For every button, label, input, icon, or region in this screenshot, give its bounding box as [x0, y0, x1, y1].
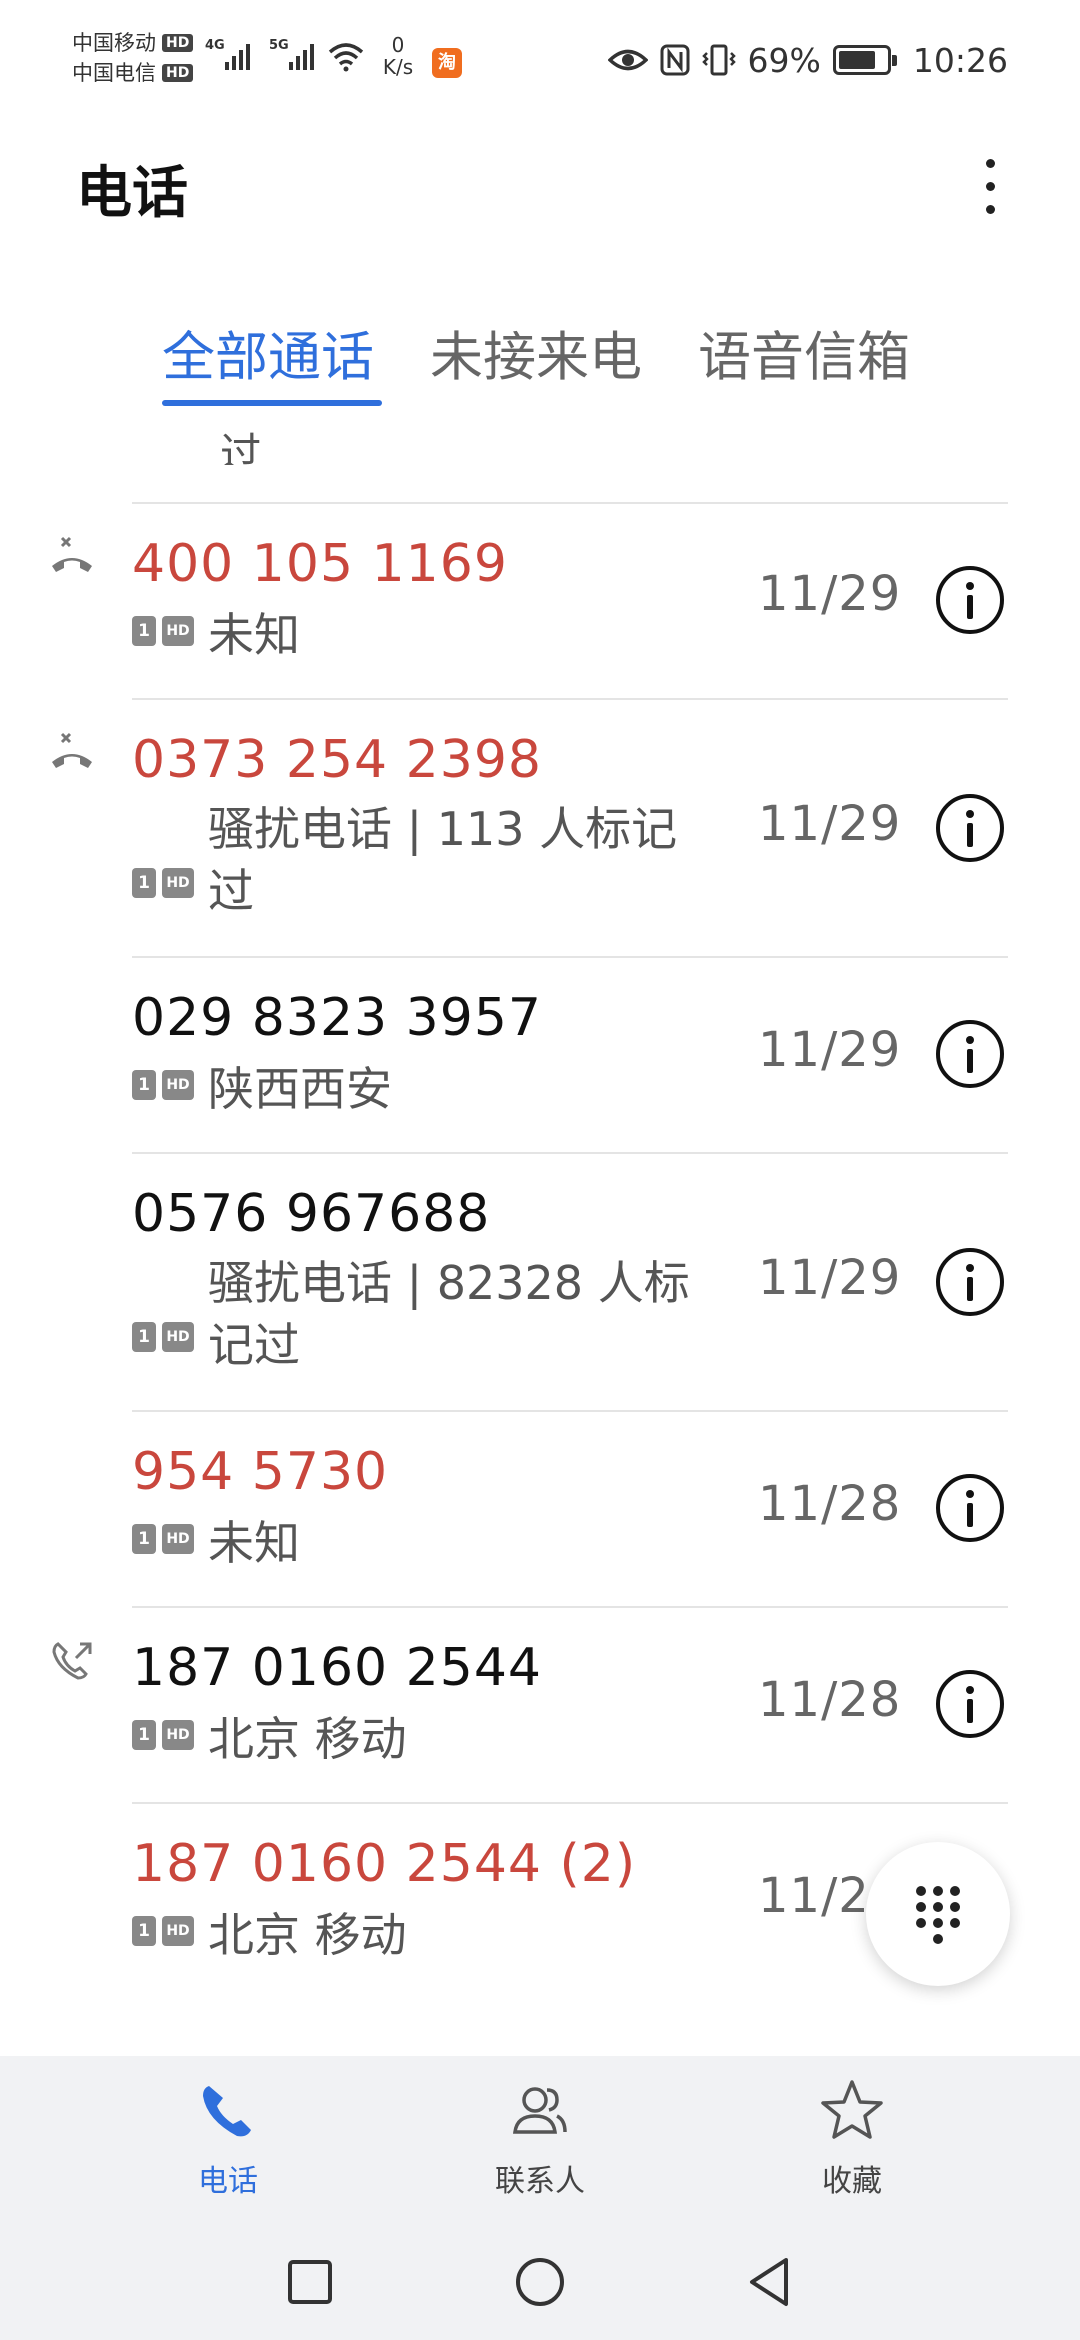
- eye-icon: [607, 49, 648, 71]
- call-log-row[interactable]: 029 8323 3957 1 HD 陕西西安 11/29: [0, 958, 1080, 1152]
- nav-phone[interactable]: 电话: [128, 2076, 328, 2200]
- hd-call-badge: HD: [162, 868, 194, 898]
- phone-number: 029 8323 3957: [132, 988, 542, 1048]
- phone-number: 187 0160 2544 (2): [132, 1834, 637, 1894]
- phone-number: 187 0160 2544: [132, 1638, 542, 1698]
- sim-1-badge: 1: [132, 1916, 156, 1946]
- signal-strength-icon: 5G: [269, 38, 319, 74]
- hd-call-badge: HD: [162, 1322, 194, 1352]
- tab-bar: 全部通话 未接来电 语音信箱: [0, 315, 1080, 415]
- nav-contacts-label: 联系人: [495, 2164, 585, 2199]
- nav-favorites-label: 收藏: [822, 2164, 882, 2199]
- call-location-label: 北京 移动: [208, 1908, 407, 1962]
- call-log-row[interactable]: 400 105 1169 1 HD 未知 11/29: [0, 504, 1080, 698]
- sim-1-badge: 1: [132, 1524, 156, 1554]
- hd-call-badge: HD: [162, 1916, 194, 1946]
- call-log-row[interactable]: 0576 967688 1 HD 骚扰电话 | 82328 人标记过 11/29: [0, 1154, 1080, 1410]
- network-type-label: 5G: [269, 38, 289, 53]
- carrier-info: 中国移动 HD 中国电信 HD: [72, 28, 194, 88]
- phone-icon: [203, 2086, 251, 2137]
- sim-1-badge: 1: [132, 616, 156, 646]
- call-location-label: 北京 移动: [208, 1712, 407, 1766]
- battery-icon: [832, 45, 897, 75]
- call-location-label: 未知: [208, 608, 300, 662]
- bottom-navigation: 电话 联系人 收藏: [0, 2056, 1080, 2226]
- call-date: 11/28: [758, 1672, 902, 1728]
- dialpad-icon: [916, 1886, 960, 1944]
- net-speed-value: 0: [391, 33, 405, 57]
- nav-contacts[interactable]: 联系人: [440, 2076, 640, 2200]
- phone-number: 400 105 1169: [132, 534, 508, 594]
- call-date: 11/29: [758, 566, 902, 622]
- call-log-row[interactable]: 0373 254 2398 1 HD 骚扰电话 | 113 人标记过 11/29: [0, 700, 1080, 956]
- hd-call-badge: HD: [162, 1720, 194, 1750]
- call-location-label: 未知: [208, 1516, 300, 1570]
- info-icon[interactable]: [936, 1020, 1004, 1088]
- tab-voicemail[interactable]: 语音信箱: [698, 315, 910, 391]
- tab-all-calls[interactable]: 全部通话: [162, 315, 374, 391]
- back-icon[interactable]: [742, 2254, 798, 2310]
- carrier-1-label: 中国移动: [72, 31, 156, 55]
- call-date: 11/28: [758, 1476, 902, 1532]
- call-location-label: 骚扰电话 | 82328 人标记过: [208, 1256, 690, 1372]
- network-speed: 0 K/s: [378, 34, 418, 78]
- missed-call-icon: [52, 536, 92, 572]
- info-icon[interactable]: [936, 1474, 1004, 1542]
- status-bar: 中国移动 HD 中国电信 HD 4G 5G 0 K/s 淘 69% 10:26: [0, 0, 1080, 115]
- signal-strength-icon: 4G: [205, 38, 255, 74]
- call-log-row[interactable]: 954 5730 1 HD 未知 11/28: [0, 1412, 1080, 1606]
- battery-percent: 69%: [747, 40, 821, 80]
- net-speed-unit: K/s: [382, 55, 414, 79]
- call-date: 11/29: [758, 1250, 902, 1306]
- info-icon[interactable]: [936, 794, 1004, 862]
- star-icon: [821, 2080, 883, 2139]
- page-title: 电话: [76, 161, 188, 226]
- hd-call-badge: HD: [162, 1070, 194, 1100]
- more-options-button[interactable]: [960, 148, 1020, 224]
- missed-call-icon: [52, 732, 92, 768]
- outgoing-call-icon: [52, 1642, 92, 1680]
- dialpad-button[interactable]: [866, 1842, 1010, 1986]
- wifi-icon: [328, 43, 364, 72]
- taobao-notification-icon: 淘: [432, 48, 462, 78]
- call-location-label: 陕西西安: [208, 1062, 392, 1116]
- hd-badge: HD: [162, 64, 194, 82]
- phone-number: 0373 254 2398: [132, 730, 542, 790]
- hd-badge: HD: [162, 34, 194, 52]
- call-date: 11/29: [758, 796, 902, 852]
- call-log-row[interactable]: 187 0160 2544 1 HD 北京 移动 11/28: [0, 1608, 1080, 1802]
- nav-phone-label: 电话: [198, 2164, 258, 2199]
- more-vertical-icon: [985, 158, 995, 168]
- network-type-label: 4G: [205, 38, 225, 53]
- contacts-icon: [513, 2087, 567, 2134]
- home-icon[interactable]: [512, 2254, 568, 2310]
- vibrate-icon: [701, 44, 736, 76]
- info-icon[interactable]: [936, 1670, 1004, 1738]
- call-date: 11/29: [758, 1022, 902, 1078]
- carrier-2-label: 中国电信: [72, 61, 156, 85]
- info-icon[interactable]: [936, 1248, 1004, 1316]
- active-tab-indicator: [162, 400, 382, 406]
- partial-row-text: 过: [220, 429, 263, 465]
- system-navigation-bar: [0, 2226, 1080, 2340]
- recent-apps-icon[interactable]: [282, 2254, 338, 2310]
- info-icon[interactable]: [936, 566, 1004, 634]
- phone-number: 0576 967688: [132, 1184, 491, 1244]
- clock: 10:26: [912, 40, 1008, 80]
- hd-call-badge: HD: [162, 1524, 194, 1554]
- call-location-label: 骚扰电话 | 113 人标记过: [208, 802, 678, 918]
- sim-1-badge: 1: [132, 1322, 156, 1352]
- hd-call-badge: HD: [162, 616, 194, 646]
- sim-1-badge: 1: [132, 868, 156, 898]
- phone-number: 954 5730: [132, 1442, 389, 1502]
- sim-1-badge: 1: [132, 1070, 156, 1100]
- tab-missed-calls[interactable]: 未接来电: [430, 315, 642, 391]
- sim-1-badge: 1: [132, 1720, 156, 1750]
- nfc-icon: [660, 44, 690, 76]
- nav-favorites[interactable]: 收藏: [752, 2076, 952, 2200]
